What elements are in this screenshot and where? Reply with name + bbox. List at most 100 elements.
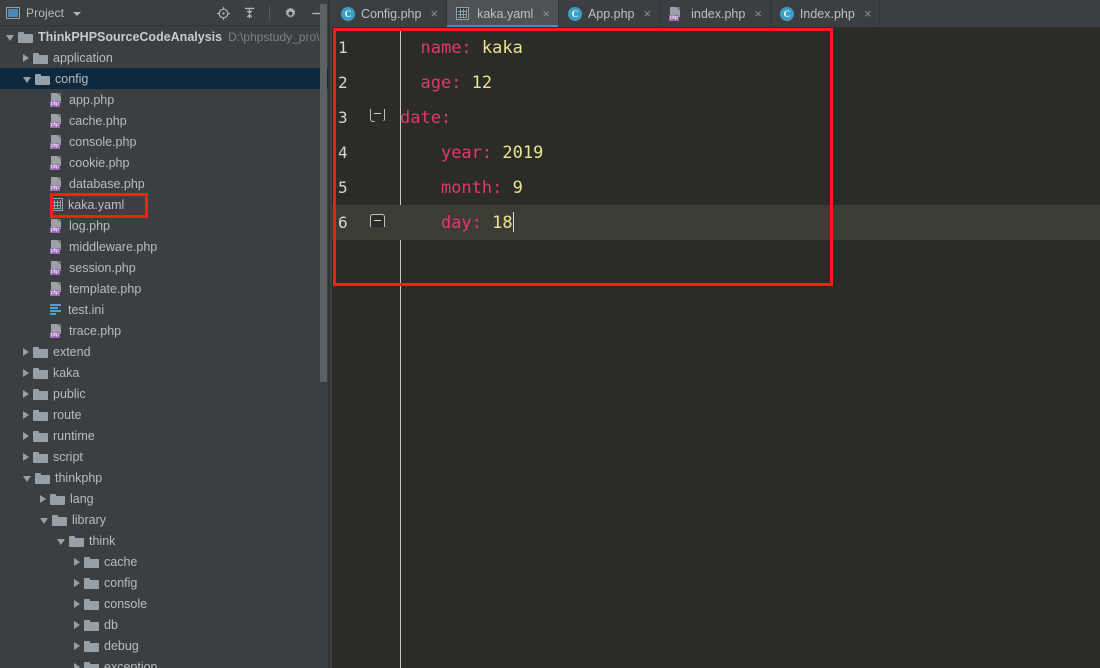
tree-row-template-php[interactable]: php template.php bbox=[0, 278, 330, 299]
tree-row-trace-php[interactable]: php trace.php bbox=[0, 320, 330, 341]
yaml-value: 18 bbox=[481, 213, 513, 233]
tree-row-db[interactable]: db bbox=[0, 614, 330, 635]
editor-tab-config-php[interactable]: C Config.php × bbox=[332, 0, 448, 27]
fold-end-icon[interactable] bbox=[370, 214, 385, 227]
project-tool-window-header[interactable]: Project bbox=[6, 6, 82, 20]
close-icon[interactable]: × bbox=[644, 7, 652, 20]
editor-tab-kaka-yaml[interactable]: kaka.yaml × bbox=[447, 0, 559, 27]
tree-row-label: lang bbox=[70, 491, 94, 506]
close-icon[interactable]: × bbox=[430, 7, 438, 20]
project-file-tree[interactable]: ThinkPHPSourceCodeAnalysis D:\phpstudy_pr… bbox=[0, 26, 330, 668]
tree-row-think[interactable]: think bbox=[0, 530, 330, 551]
chevron-down-icon[interactable] bbox=[73, 11, 82, 16]
close-icon[interactable]: × bbox=[754, 7, 762, 20]
folder-icon bbox=[33, 409, 48, 421]
code-text: year: 2019 bbox=[400, 143, 1100, 163]
fold-collapse-icon[interactable] bbox=[370, 109, 386, 126]
chevron-right-icon[interactable] bbox=[74, 599, 80, 608]
code-line[interactable]: 1 name: kaka bbox=[332, 30, 1100, 65]
tree-row-lang[interactable]: lang bbox=[0, 488, 330, 509]
locate-icon[interactable] bbox=[215, 5, 231, 21]
collapse-all-icon[interactable] bbox=[241, 5, 257, 21]
tree-row-label: ThinkPHPSourceCodeAnalysis bbox=[38, 29, 223, 44]
tree-row-database-php[interactable]: php database.php bbox=[0, 173, 330, 194]
close-icon[interactable]: × bbox=[864, 7, 872, 20]
editor-tab-bar[interactable]: C Config.php × kaka.yaml × C App.php × php index.… bbox=[332, 0, 1100, 28]
tree-row-label: route bbox=[53, 407, 82, 422]
code-line[interactable]: 6 day: 18 bbox=[332, 205, 1100, 240]
folder-icon bbox=[69, 535, 84, 547]
tree-row-config[interactable]: config bbox=[0, 572, 330, 593]
chevron-right-icon[interactable] bbox=[23, 368, 29, 377]
chevron-down-icon[interactable] bbox=[6, 34, 14, 41]
chevron-right-icon[interactable] bbox=[23, 431, 29, 440]
code-line[interactable]: 3 date: bbox=[332, 100, 1100, 135]
code-line[interactable]: 2 age: 12 bbox=[332, 65, 1100, 100]
chevron-right-icon[interactable] bbox=[74, 641, 80, 650]
tree-row-test-ini[interactable]: test.ini bbox=[0, 299, 330, 320]
yaml-value: 9 bbox=[502, 177, 523, 198]
tree-row-middleware-php[interactable]: php middleware.php bbox=[0, 236, 330, 257]
editor-tab-app-php[interactable]: C App.php × bbox=[558, 0, 661, 27]
tree-row-runtime[interactable]: runtime bbox=[0, 425, 330, 446]
chevron-down-icon[interactable] bbox=[57, 538, 65, 545]
tree-row-label: think bbox=[89, 533, 116, 548]
tree-row-label: db bbox=[104, 617, 118, 632]
tree-row-app-php[interactable]: php app.php bbox=[0, 89, 330, 110]
chevron-right-icon[interactable] bbox=[74, 662, 80, 668]
tree-row-console[interactable]: console bbox=[0, 593, 330, 614]
editor-tab-index-php[interactable]: C Index.php × bbox=[770, 0, 881, 27]
chevron-right-icon[interactable] bbox=[74, 620, 80, 629]
chevron-down-icon[interactable] bbox=[40, 517, 48, 524]
php-file-icon: php bbox=[50, 239, 64, 254]
tree-row-label: config bbox=[55, 71, 89, 86]
tree-row-config[interactable]: config bbox=[0, 68, 330, 89]
tree-row-library[interactable]: library bbox=[0, 509, 330, 530]
tree-row-log-php[interactable]: php log.php bbox=[0, 215, 330, 236]
chevron-right-icon[interactable] bbox=[23, 452, 29, 461]
tree-row-debug[interactable]: debug bbox=[0, 635, 330, 656]
chevron-down-icon[interactable] bbox=[23, 76, 31, 83]
php-file-icon: php bbox=[50, 134, 64, 149]
project-toolbar-actions bbox=[215, 0, 324, 26]
tree-row-cache-php[interactable]: php cache.php bbox=[0, 110, 330, 131]
tree-row-thinkphpsourcecodeanalysis[interactable]: ThinkPHPSourceCodeAnalysis D:\phpstudy_pr… bbox=[0, 26, 330, 47]
chevron-right-icon[interactable] bbox=[74, 557, 80, 566]
chevron-right-icon[interactable] bbox=[23, 347, 29, 356]
editor-tab-index-php[interactable]: php index.php × bbox=[660, 0, 771, 27]
code-line[interactable]: 4 year: 2019 bbox=[332, 135, 1100, 170]
tree-row-thinkphp[interactable]: thinkphp bbox=[0, 467, 330, 488]
php-class-icon: C bbox=[567, 6, 582, 21]
fold-gutter-slot bbox=[358, 135, 400, 170]
gear-icon[interactable] bbox=[282, 5, 298, 21]
close-icon[interactable]: × bbox=[542, 7, 550, 20]
chevron-right-icon[interactable] bbox=[23, 53, 29, 62]
tree-row-script[interactable]: script bbox=[0, 446, 330, 467]
php-file-icon: php bbox=[50, 155, 64, 170]
tree-row-application[interactable]: application bbox=[0, 47, 330, 68]
tree-row-cache[interactable]: cache bbox=[0, 551, 330, 572]
tree-row-kaka[interactable]: kaka bbox=[0, 362, 330, 383]
tree-row-public[interactable]: public bbox=[0, 383, 330, 404]
tree-row-kaka-yaml[interactable]: kaka.yaml bbox=[0, 194, 330, 215]
chevron-right-icon[interactable] bbox=[23, 410, 29, 419]
tree-row-session-php[interactable]: php session.php bbox=[0, 257, 330, 278]
chevron-right-icon[interactable] bbox=[23, 389, 29, 398]
tree-row-route[interactable]: route bbox=[0, 404, 330, 425]
tree-row-exception[interactable]: exception bbox=[0, 656, 330, 668]
tree-row-label: trace.php bbox=[69, 323, 122, 338]
chevron-down-icon[interactable] bbox=[23, 475, 31, 482]
tree-row-cookie-php[interactable]: php cookie.php bbox=[0, 152, 330, 173]
code-line[interactable]: 5 month: 9 bbox=[332, 170, 1100, 205]
chevron-right-icon[interactable] bbox=[40, 494, 46, 503]
sidebar-scrollbar[interactable] bbox=[320, 4, 327, 382]
tree-row-extend[interactable]: extend bbox=[0, 341, 330, 362]
chevron-right-icon[interactable] bbox=[74, 578, 80, 587]
line-number: 5 bbox=[338, 178, 348, 197]
tree-row-console-php[interactable]: php console.php bbox=[0, 131, 330, 152]
code-editor[interactable]: 1 name: kaka 2 age: 12 3 date: 4 year: 2019 5… bbox=[332, 28, 1100, 668]
